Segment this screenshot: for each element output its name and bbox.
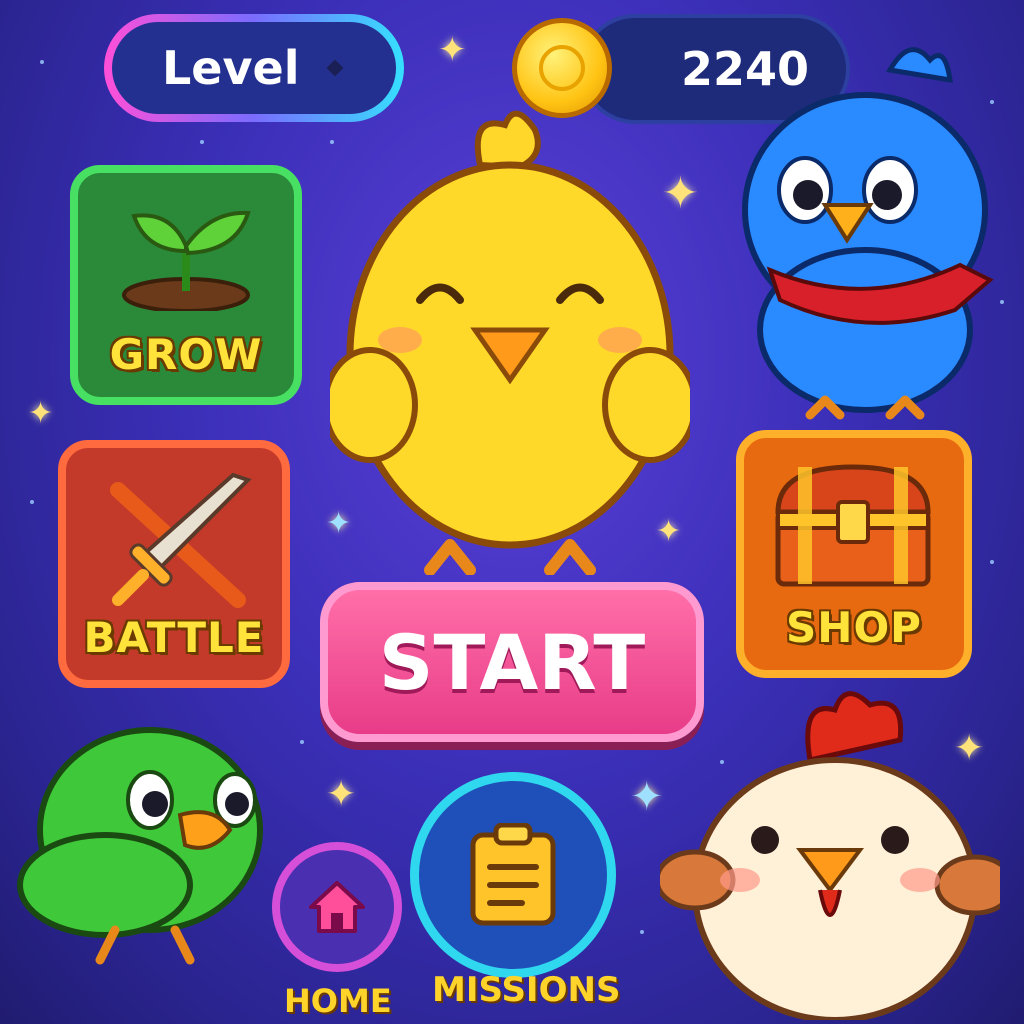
shop-label: SHOP — [786, 603, 922, 652]
treasure-chest-icon — [775, 464, 931, 587]
battle-label: BATTLE — [83, 613, 265, 662]
green-bird-character — [17, 727, 263, 965]
sword-icon — [110, 472, 252, 608]
shop-button[interactable]: SHOP — [736, 430, 972, 678]
blue-bird-character — [742, 47, 994, 420]
start-label: START — [378, 617, 646, 707]
home-button[interactable] — [272, 842, 402, 972]
home-label: HOME — [284, 982, 392, 1020]
level-label: Level — [162, 41, 300, 95]
sparkle-icon: ✦ — [438, 30, 467, 70]
grow-label: GROW — [109, 330, 263, 379]
white-chicken-character — [660, 691, 1000, 1020]
house-icon — [309, 881, 365, 933]
coin-icon — [512, 18, 612, 118]
missions-label: MISSIONS — [432, 970, 621, 1010]
yellow-chick-character — [330, 110, 690, 575]
clipboard-icon — [470, 823, 556, 926]
diamond-icon — [326, 59, 344, 77]
missions-button[interactable] — [410, 772, 616, 978]
sparkle-icon: ✦ — [326, 774, 357, 815]
battle-button[interactable]: BATTLE — [58, 440, 290, 688]
sparkle-icon: ✦ — [630, 774, 664, 820]
grow-button[interactable]: GROW — [70, 165, 302, 405]
sparkle-icon: ✦ — [28, 396, 54, 431]
sprout-icon — [122, 210, 251, 311]
start-button[interactable]: START — [320, 582, 704, 742]
